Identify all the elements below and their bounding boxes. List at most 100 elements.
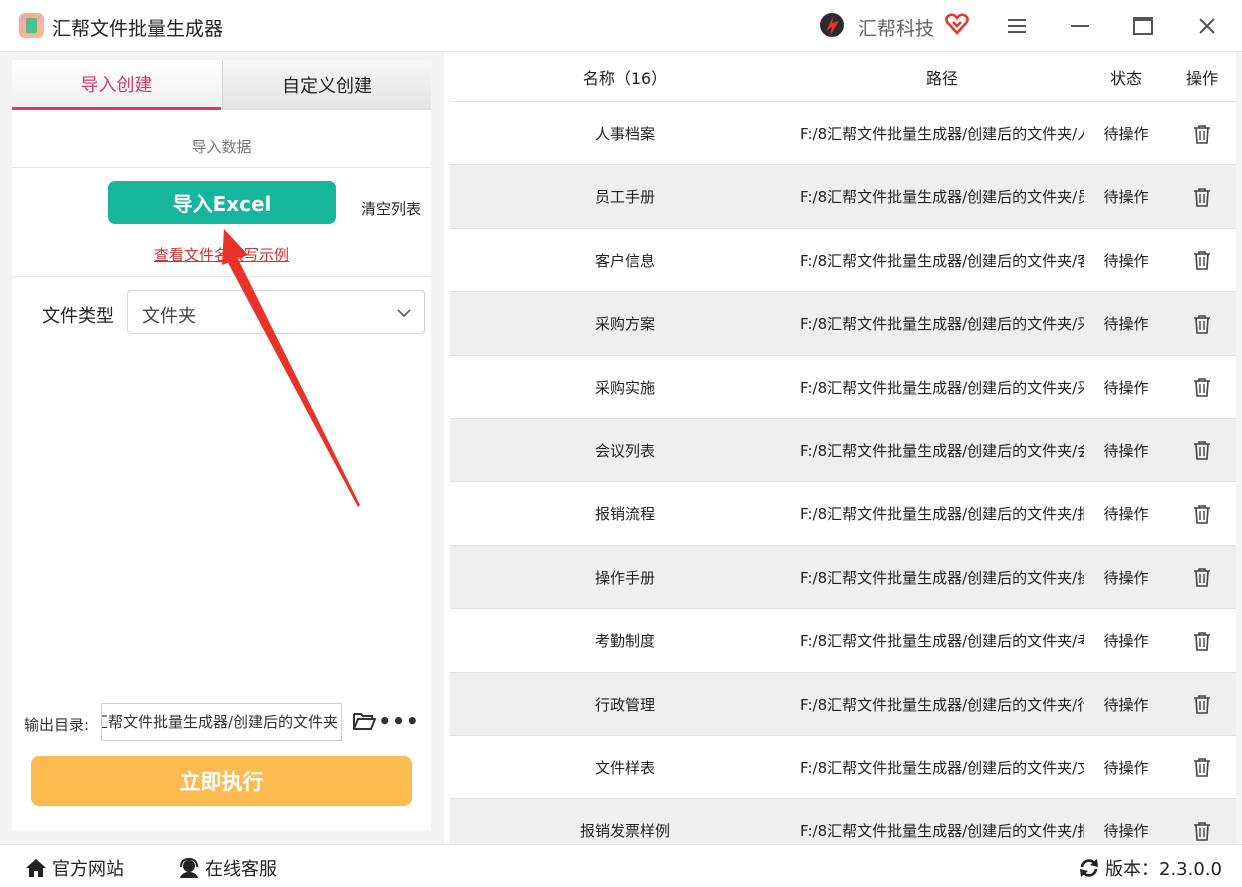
row-name: 文件样表 <box>594 758 655 777</box>
output-dir-input[interactable]: F:/8汇帮文件批量生成器/创建后的文件夹 <box>101 703 342 741</box>
row-path: F:/8汇帮文件批量生成器/创建后的文件夹/报销发票样例 <box>800 799 1084 844</box>
version-info[interactable]: 版本：2.3.0.0 <box>1078 855 1222 881</box>
row-path-text: F:/8汇帮文件批量生成器/创建后的文件夹/文件样表 <box>800 758 1084 777</box>
table-body: 人事档案F:/8汇帮文件批量生成器/创建后的文件夹/人事档案待操作员工手册 F:/… <box>450 102 1236 844</box>
table-row[interactable]: 客户信息 F:/8汇帮文件批量生成器/创建后的文件夹/客户信息待操作 <box>450 229 1236 293</box>
row-status: 待操作 <box>1103 505 1149 524</box>
row-status: 待操作 <box>1103 188 1149 207</box>
delete-row-button[interactable] <box>1168 482 1236 545</box>
header-name: 名称（16） <box>582 69 668 88</box>
table-row[interactable]: 操作手册 F:/8汇帮文件批量生成器/创建后的文件夹/操作手册待操作 <box>450 545 1236 610</box>
table-row[interactable]: 采购方案 F:/8汇帮文件批量生成器/创建后的文件夹/采购方案待操作 <box>450 292 1236 356</box>
version-label: 版本：2.3.0.0 <box>1105 859 1222 880</box>
trash-icon <box>1194 124 1210 144</box>
table-row[interactable]: 会议列表 F:/8汇帮文件批量生成器/创建后的文件夹/会议列表待操作 <box>450 418 1236 483</box>
online-service-link[interactable]: 在线客服 <box>178 855 277 881</box>
tab-custom-create[interactable]: 自定义创建 <box>222 60 431 110</box>
trash-icon <box>1194 378 1210 397</box>
more-icon[interactable]: ••• <box>378 709 418 733</box>
home-icon <box>26 859 46 877</box>
row-path-text: F:/8汇帮文件批量生成器/创建后的文件夹/考勤制度 <box>800 632 1084 651</box>
table-row[interactable]: 考勤制度 F:/8汇帮文件批量生成器/创建后的文件夹/考勤制度待操作 <box>450 609 1236 673</box>
table-row[interactable]: 报销流程 F:/8汇帮文件批量生成器/创建后的文件夹/报销流程待操作 <box>450 482 1236 546</box>
row-status: 待操作 <box>1103 315 1149 334</box>
delete-row-button[interactable] <box>1168 736 1236 799</box>
clear-list-button[interactable]: 清空列表 <box>361 198 421 219</box>
row-name: 行政管理 <box>594 695 655 714</box>
header-status: 状态 <box>1109 69 1142 88</box>
row-path-text: F:/8汇帮文件批量生成器/创建后的文件夹/操作手册 <box>800 568 1084 587</box>
table-row[interactable]: 人事档案 F:/8汇帮文件批量生成器/创建后的文件夹/人事档案 待操作 <box>450 102 1236 166</box>
table-row[interactable]: 采购实施 F:/8汇帮文件批量生成器/创建后的文件夹/采购实施待操作 <box>450 356 1236 419</box>
menu-button[interactable] <box>1002 11 1032 41</box>
trash-icon <box>1194 631 1210 651</box>
file-table: 名称（16） 路径 状态 操作 人事档案 F:/8汇帮文件批量生成器/创建后的文件… <box>450 52 1236 844</box>
menu-icon <box>1008 19 1026 33</box>
table-row[interactable]: 报销发票样例 F:/8汇帮文件批量生成器/创建后的文件夹/报销发票样例待操作 <box>450 799 1236 844</box>
app-logo-icon <box>19 13 44 38</box>
row-status: 待操作 <box>1103 251 1149 270</box>
row-path: F:/8汇帮文件批量生成器/创建后的文件夹/客户信息 <box>800 229 1084 292</box>
close-button[interactable] <box>1192 11 1222 41</box>
tab-import-create[interactable]: 导入创建 <box>12 60 221 110</box>
row-path: F:/8汇帮文件批量生成器/创建后的文件夹/员工手册 <box>800 165 1084 228</box>
delete-row-button[interactable] <box>1168 165 1236 228</box>
row-name: 员工手册 <box>594 188 655 207</box>
delete-row-button[interactable] <box>1168 799 1236 844</box>
divider <box>12 276 431 277</box>
trash-icon <box>1194 314 1210 334</box>
row-status: 待操作 <box>1103 568 1149 587</box>
trash-icon <box>1194 188 1210 207</box>
heart-icon[interactable] <box>944 11 970 37</box>
delete-row-button[interactable] <box>1168 356 1236 419</box>
row-path: F:/8汇帮文件批量生成器/创建后的文件夹/行政管理 <box>800 673 1084 736</box>
filename-example-link[interactable]: 查看文件名填写示例 <box>12 244 431 265</box>
trash-icon <box>1194 251 1210 271</box>
table-row[interactable]: 员工手册 F:/8汇帮文件批量生成器/创建后的文件夹/员工手册待操作 <box>450 165 1236 229</box>
delete-row-button[interactable] <box>1168 419 1236 482</box>
row-name: 会议列表 <box>594 441 655 460</box>
brand-name: 汇帮科技 <box>858 18 935 40</box>
table-row[interactable]: 行政管理 F:/8汇帮文件批量生成器/创建后的文件夹/行政管理待操作 <box>450 672 1236 736</box>
row-path: F:/8汇帮文件批量生成器/创建后的文件夹/采购实施 <box>800 356 1084 419</box>
row-name: 采购实施 <box>594 378 655 397</box>
header-path: 路径 <box>925 69 958 88</box>
delete-row-button[interactable] <box>1168 609 1236 672</box>
table-scrollbar[interactable] <box>1236 52 1242 844</box>
maximize-icon <box>1133 17 1153 35</box>
import-excel-button[interactable]: 导入Excel <box>108 181 336 224</box>
row-status: 待操作 <box>1103 822 1149 841</box>
status-bar: 官方网站 在线客服 版本：2.3.0.0 <box>0 844 1242 887</box>
header-action: 操作 <box>1185 69 1218 88</box>
delete-row-button[interactable] <box>1168 102 1236 165</box>
import-section-title: 导入数据 <box>191 138 252 156</box>
row-path: F:/8汇帮文件批量生成器/创建后的文件夹/报销流程 <box>800 482 1084 545</box>
close-icon <box>1199 18 1215 34</box>
delete-row-button[interactable] <box>1168 292 1236 355</box>
row-path-text: F:/8汇帮文件批量生成器/创建后的文件夹/报销流程 <box>800 505 1084 524</box>
row-name: 考勤制度 <box>594 632 655 651</box>
official-site-link[interactable]: 官方网站 <box>25 855 124 881</box>
delete-row-button[interactable] <box>1168 673 1236 736</box>
row-path-text: F:/8汇帮文件批量生成器/创建后的文件夹/采购方案 <box>800 315 1084 334</box>
delete-row-button[interactable] <box>1168 546 1236 609</box>
run-now-button[interactable]: 立即执行 <box>31 756 412 806</box>
trash-icon <box>1194 505 1210 524</box>
file-type-label: 文件类型 <box>42 306 114 327</box>
title-bar: 汇帮文件批量生成器 汇帮科技 <box>0 0 1242 52</box>
folder-icon[interactable] <box>352 710 376 732</box>
row-status: 待操作 <box>1103 758 1149 777</box>
row-name: 客户信息 <box>594 251 655 270</box>
maximize-button[interactable] <box>1128 11 1158 41</box>
row-status: 待操作 <box>1103 441 1149 460</box>
row-name: 报销发票样例 <box>579 822 670 841</box>
minimize-button[interactable] <box>1065 11 1095 41</box>
delete-row-button[interactable] <box>1168 229 1236 292</box>
file-type-select[interactable]: 文件夹 <box>127 290 425 334</box>
table-header: 名称（16） 路径 状态 操作 <box>450 52 1236 102</box>
left-area: 导入创建 自定义创建 导入数据 导入Excel 清空列表 查看文件名填写示例 文… <box>0 52 444 844</box>
table-row[interactable]: 文件样表 F:/8汇帮文件批量生成器/创建后的文件夹/文件样表待操作 <box>450 736 1236 800</box>
row-path-text: F:/8汇帮文件批量生成器/创建后的文件夹/采购实施 <box>800 378 1084 397</box>
refresh-icon <box>1080 859 1098 877</box>
row-status: 待操作 <box>1103 378 1149 397</box>
